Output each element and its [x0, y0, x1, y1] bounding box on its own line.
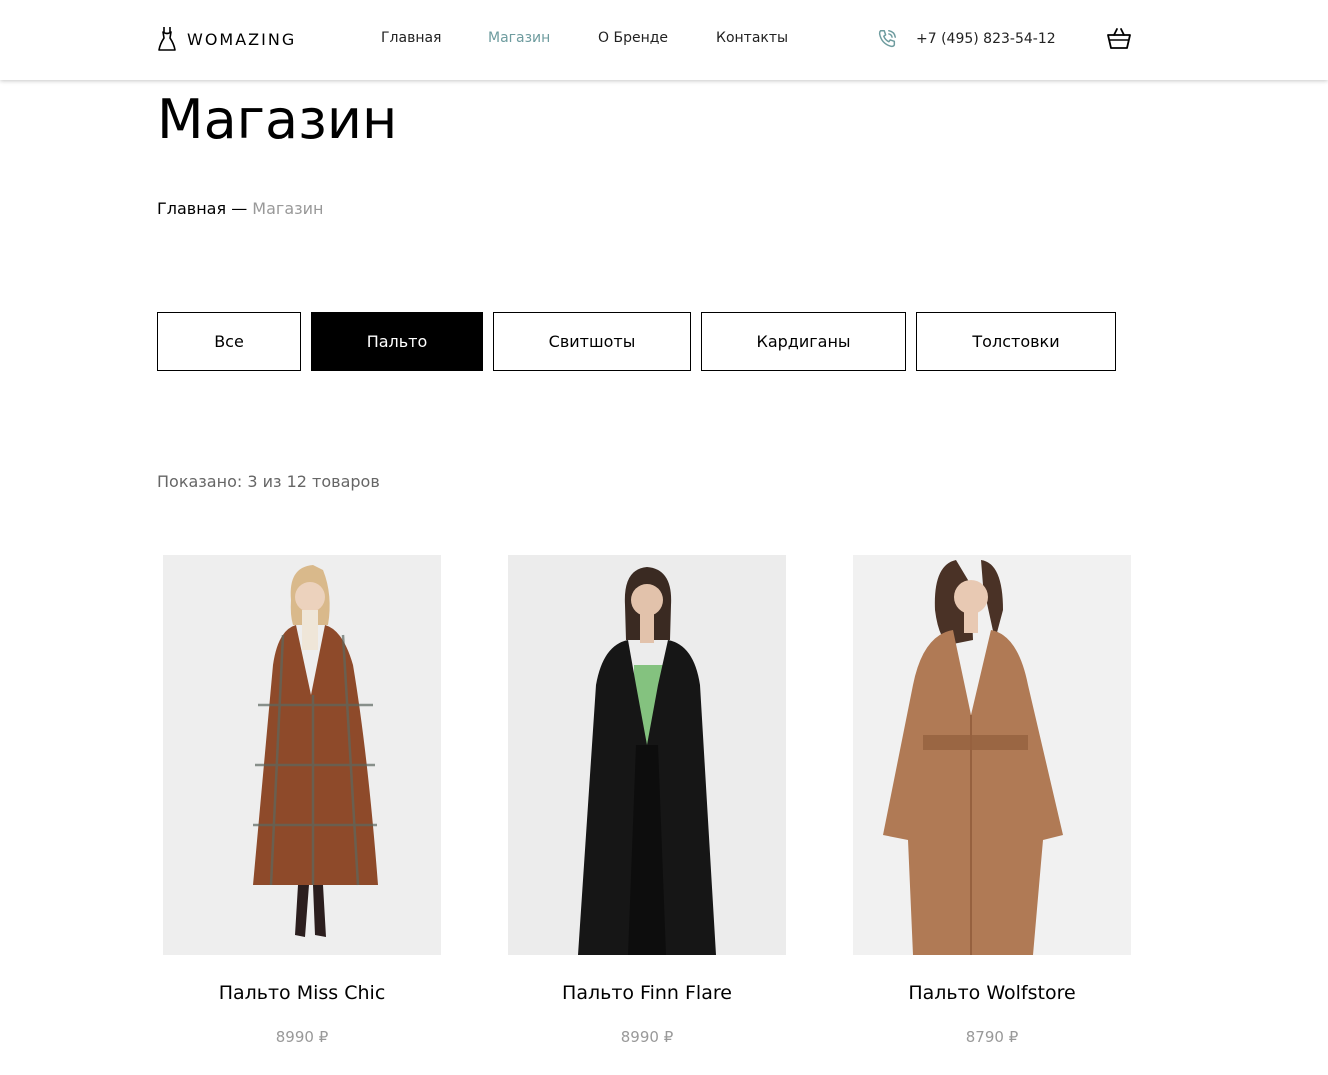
- brand-name: WOMAZING: [187, 29, 297, 49]
- phone-call-icon: [878, 30, 896, 48]
- breadcrumb-separator: —: [231, 199, 248, 218]
- breadcrumb-current: Магазин: [252, 199, 324, 218]
- filter-sweatshirts-button[interactable]: Свитшоты: [493, 312, 691, 371]
- nav-item-shop[interactable]: Магазин: [488, 30, 550, 46]
- nav-item-contacts[interactable]: Контакты: [716, 30, 788, 46]
- product-card[interactable]: Пальто Finn Flare 8990 ₽: [508, 555, 786, 1046]
- product-image[interactable]: [508, 555, 786, 955]
- product-price: 8990 ₽: [620, 1028, 674, 1046]
- dress-icon: [158, 27, 176, 51]
- product-price: 8990 ₽: [275, 1028, 329, 1046]
- shopping-basket-icon[interactable]: [1105, 24, 1133, 52]
- filter-cardigans-button[interactable]: Кардиганы: [701, 312, 906, 371]
- product-image[interactable]: [853, 555, 1131, 955]
- product-name[interactable]: Пальто Wolfstore: [846, 982, 1138, 1004]
- breadcrumb: Главная — Магазин: [157, 199, 323, 218]
- phone-number: +7 (495) 823-54-12: [916, 31, 1056, 47]
- site-header: WOMAZING Главная Магазин О Бренде Контак…: [0, 0, 1328, 80]
- page-title: Магазин: [157, 88, 398, 151]
- nav-item-about[interactable]: О Бренде: [598, 30, 668, 46]
- phone-block[interactable]: +7 (495) 823-54-12: [876, 28, 1056, 50]
- product-name[interactable]: Пальто Finn Flare: [501, 982, 793, 1004]
- filter-coats-button[interactable]: Пальто: [311, 312, 483, 371]
- product-name[interactable]: Пальто Miss Chic: [156, 982, 448, 1004]
- filter-hoodies-button[interactable]: Толстовки: [916, 312, 1116, 371]
- product-card[interactable]: Пальто Wolfstore 8790 ₽: [853, 555, 1131, 1046]
- breadcrumb-home[interactable]: Главная: [157, 199, 226, 218]
- shown-count: Показано: 3 из 12 товаров: [157, 472, 380, 491]
- product-price: 8790 ₽: [965, 1028, 1019, 1046]
- brand-logo[interactable]: WOMAZING: [157, 26, 296, 52]
- filter-all-button[interactable]: Все: [157, 312, 301, 371]
- product-card[interactable]: Пальто Miss Chic 8990 ₽: [163, 555, 441, 1046]
- nav-item-home[interactable]: Главная: [381, 30, 441, 46]
- product-image[interactable]: [163, 555, 441, 955]
